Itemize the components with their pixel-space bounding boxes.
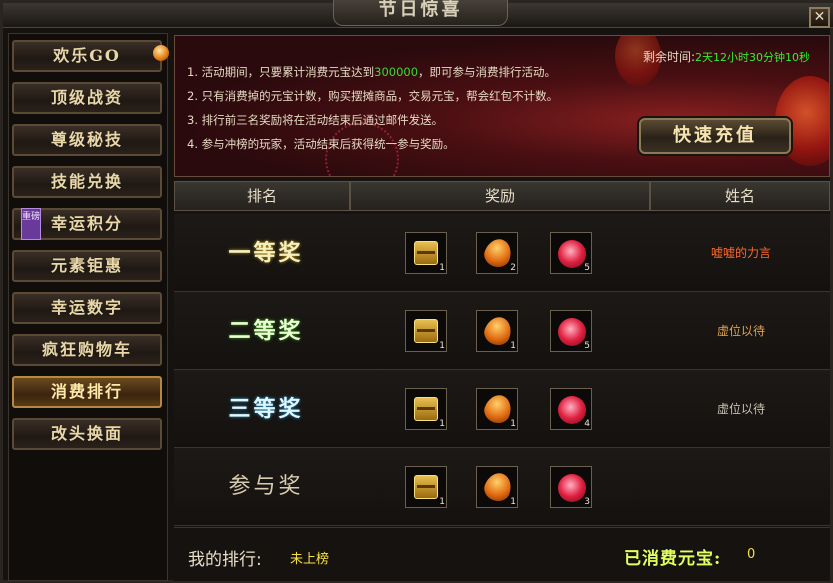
event-window: 节日惊喜 ✕ 欢乐GO 顶级战资尊级秘技技能兑换幸运积分 重磅 元素钜惠幸运数字疯狂购… — [0, 0, 833, 583]
reward-slot[interactable]: 1 — [405, 232, 447, 274]
sidebar-item-label: 幸运积分 — [50, 214, 123, 233]
reward-count: 1 — [439, 497, 445, 507]
reward-count: 2 — [510, 263, 516, 273]
table-row: 参与奖 1 1 3 — [174, 448, 830, 526]
reward-count: 3 — [584, 497, 590, 507]
my-rank-value: 未上榜 — [290, 552, 330, 567]
rule-line: 1. 活动期间，只要累计消费元宝达到300000，即可参与消费排行活动。 — [187, 60, 558, 84]
close-button[interactable]: ✕ — [809, 7, 830, 28]
my-rank-label: 我的排行: — [188, 550, 262, 570]
countdown-value: 2天12小时30分钟10秒 — [695, 51, 811, 64]
reward-count: 1 — [510, 341, 516, 351]
countdown-label: 剩余时间: — [643, 50, 696, 64]
treasure-chest-icon — [414, 319, 438, 343]
sidebar: 欢乐GO 顶级战资尊级秘技技能兑换幸运积分 重磅 元素钜惠幸运数字疯狂购物车消费排行改… — [8, 33, 169, 581]
reward-count: 1 — [510, 419, 516, 429]
reward-count: 1 — [510, 497, 516, 507]
player-name: 虚位以待 — [716, 324, 765, 338]
title-bar: 节日惊喜 — [3, 0, 833, 28]
reward-slot[interactable]: 1 — [476, 466, 518, 508]
table-row: 三等奖 1 1 4 虚位以待 — [174, 370, 830, 448]
sidebar-item[interactable]: 技能兑换 — [12, 166, 162, 198]
sidebar-item-label: 改头换面 — [50, 424, 123, 443]
rule-line: 4. 参与冲榜的玩家，活动结束后获得统一参与奖励。 — [187, 132, 558, 156]
treasure-chest-icon — [414, 241, 438, 265]
sidebar-item-label: 疯狂购物车 — [41, 340, 132, 359]
rank-label: 参与奖 — [228, 474, 304, 499]
sidebar-item[interactable]: 欢乐GO — [12, 40, 169, 72]
orb-badge-icon — [153, 45, 169, 61]
red-rose-icon — [558, 474, 586, 502]
reward-count: 1 — [439, 263, 445, 273]
event-banner: 1. 活动期间，只要累计消费元宝达到300000，即可参与消费排行活动。 2. 只… — [174, 35, 830, 177]
reward-count: 1 — [439, 419, 445, 429]
reward-slot[interactable]: 3 — [550, 466, 592, 508]
sidebar-item-label: 幸运数字 — [50, 298, 123, 317]
sidebar-item[interactable]: 顶级战资 — [12, 82, 162, 114]
rule-highlight-value: 300000 — [374, 65, 419, 79]
sidebar-item-label: 尊级秘技 — [50, 130, 123, 149]
red-rose-icon — [558, 396, 586, 424]
rank-label: 三等奖 — [228, 396, 304, 422]
countdown: 剩余时间:2天12小时30分钟10秒 — [643, 48, 810, 65]
header-reward: 奖励 — [350, 181, 650, 211]
reward-count: 5 — [584, 341, 590, 351]
table-row: 一等奖 1 2 5 嘘嘘的力言 — [174, 214, 830, 292]
rule-text: 3. 排行前三名奖励将在活动结束后通过邮件发送。 — [187, 113, 444, 127]
treasure-chest-icon — [414, 475, 438, 499]
rank-label: 一等奖 — [228, 240, 304, 266]
reward-slot[interactable]: 1 — [405, 310, 447, 352]
spent-ingots-label: 已消费元宝: — [624, 549, 722, 569]
reward-slot[interactable]: 5 — [550, 310, 592, 352]
sidebar-item-label: 元素钜惠 — [50, 256, 123, 275]
spent-ingots-value: 0 — [747, 547, 756, 562]
rule-line: 3. 排行前三名奖励将在活动结束后通过邮件发送。 — [187, 108, 558, 132]
red-rose-icon — [558, 240, 586, 268]
sidebar-item[interactable]: 尊级秘技 — [12, 124, 162, 156]
reward-slot[interactable]: 2 — [476, 232, 518, 274]
quick-recharge-button[interactable]: 快速充值 — [639, 118, 791, 154]
sidebar-item[interactable]: 幸运数字 — [12, 292, 162, 324]
sidebar-item-label: 技能兑换 — [50, 172, 123, 191]
reward-slot[interactable]: 5 — [550, 232, 592, 274]
rank-label: 二等奖 — [228, 318, 304, 344]
table-header: 排名 奖励 姓名 — [174, 181, 830, 211]
reward-slot[interactable]: 1 — [476, 388, 518, 430]
header-rank: 排名 — [174, 181, 350, 211]
sidebar-item-label: 消费排行 — [50, 382, 123, 401]
rule-text: 1. 活动期间，只要累计消费元宝达到 — [187, 65, 375, 79]
red-rose-icon — [558, 318, 586, 346]
reward-count: 5 — [584, 263, 590, 273]
rule-line: 2. 只有消费掉的元宝计数，购买摆摊商品，交易元宝，帮会红包不计数。 — [187, 84, 558, 108]
sidebar-item-label: 欢乐GO — [53, 46, 121, 65]
rule-text: 2. 只有消费掉的元宝计数，购买摆摊商品，交易元宝，帮会红包不计数。 — [187, 89, 559, 103]
reward-slot[interactable]: 4 — [550, 388, 592, 430]
sidebar-item[interactable]: 消费排行 — [12, 376, 162, 408]
player-name: 嘘嘘的力言 — [710, 246, 771, 260]
footer: 我的排行: 未上榜 已消费元宝: 0 — [174, 527, 830, 581]
sidebar-item[interactable]: 元素钜惠 — [12, 250, 162, 282]
header-name: 姓名 — [650, 181, 830, 211]
window-title: 节日惊喜 — [333, 0, 508, 26]
featured-tag: 重磅 — [21, 208, 41, 240]
reward-slot[interactable]: 1 — [405, 388, 447, 430]
player-name — [652, 448, 830, 526]
reward-count: 4 — [584, 419, 590, 429]
reward-slot[interactable]: 1 — [476, 310, 518, 352]
rule-text: 4. 参与冲榜的玩家，活动结束后获得统一参与奖励。 — [187, 137, 455, 151]
rule-text: ，即可参与消费排行活动。 — [418, 65, 557, 79]
sidebar-item[interactable]: 疯狂购物车 — [12, 334, 162, 366]
sidebar-item-label: 顶级战资 — [50, 88, 123, 107]
reward-count: 1 — [439, 341, 445, 351]
table-row: 二等奖 1 1 5 虚位以待 — [174, 292, 830, 370]
sidebar-item[interactable]: 改头换面 — [12, 418, 162, 450]
reward-slot[interactable]: 1 — [405, 466, 447, 508]
rules-list: 1. 活动期间，只要累计消费元宝达到300000，即可参与消费排行活动。 2. 只… — [187, 60, 558, 156]
player-name: 虚位以待 — [716, 402, 765, 416]
treasure-chest-icon — [414, 397, 438, 421]
